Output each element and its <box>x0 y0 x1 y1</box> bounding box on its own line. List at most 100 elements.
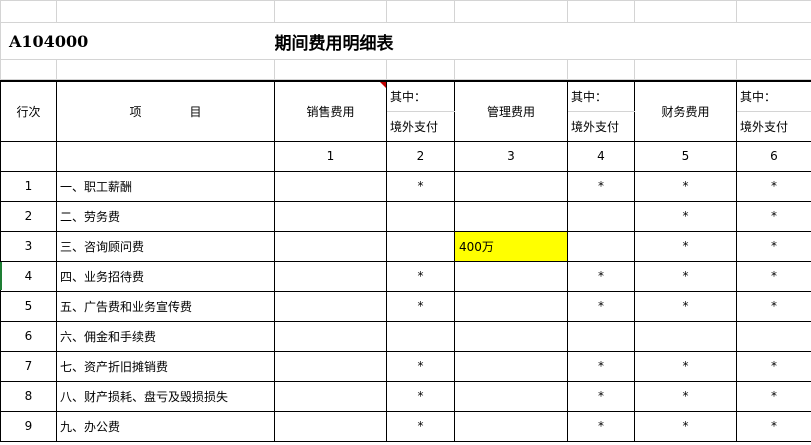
cell-c1[interactable] <box>274 410 387 442</box>
cell-c5[interactable]: * <box>634 350 737 382</box>
cell-c5[interactable]: * <box>634 290 737 322</box>
cell-c3[interactable] <box>454 290 568 322</box>
col-number-4[interactable]: 4 <box>567 140 635 172</box>
cell[interactable] <box>274 59 387 80</box>
cell-c5[interactable]: * <box>634 230 737 262</box>
cell-c2[interactable]: * <box>386 410 455 442</box>
cell-c6[interactable]: * <box>736 290 811 322</box>
row-item[interactable]: 九、办公费 <box>56 410 275 442</box>
row-number[interactable]: 6 <box>0 320 57 352</box>
cell[interactable] <box>0 0 57 23</box>
header-overseas-1[interactable]: 境外支付 <box>386 110 455 142</box>
cell-c4[interactable]: * <box>567 170 635 202</box>
form-code[interactable]: A104000 <box>0 22 275 60</box>
cell-c2[interactable]: * <box>386 260 455 292</box>
cell-c4[interactable]: * <box>567 260 635 292</box>
row-item[interactable]: 七、资产折旧摊销费 <box>56 350 275 382</box>
cell[interactable] <box>567 59 635 80</box>
sheet-title[interactable]: 期间费用明细表 <box>274 22 811 60</box>
col-number-6[interactable]: 6 <box>736 140 811 172</box>
cell-c6[interactable]: * <box>736 350 811 382</box>
col-number-5[interactable]: 5 <box>634 140 737 172</box>
cell-c5[interactable]: * <box>634 170 737 202</box>
cell-c2[interactable]: * <box>386 380 455 412</box>
cell-c4[interactable]: * <box>567 380 635 412</box>
cell[interactable] <box>0 140 57 172</box>
cell[interactable] <box>634 59 737 80</box>
row-item[interactable]: 四、业务招待费 <box>56 260 275 292</box>
cell[interactable] <box>56 140 275 172</box>
cell-c6[interactable]: * <box>736 410 811 442</box>
cell-c3[interactable] <box>454 350 568 382</box>
header-sales[interactable]: 销售费用 <box>274 80 387 142</box>
cell[interactable] <box>634 0 737 23</box>
cell-c2[interactable] <box>386 200 455 232</box>
row-item[interactable]: 三、咨询顾问费 <box>56 230 275 262</box>
row-item[interactable]: 八、财产损耗、盘亏及毁损损失 <box>56 380 275 412</box>
row-item[interactable]: 五、广告费和业务宣传费 <box>56 290 275 322</box>
cell[interactable] <box>567 0 635 23</box>
col-number-3[interactable]: 3 <box>454 140 568 172</box>
cell-c5[interactable]: * <box>634 200 737 232</box>
header-overseas-3[interactable]: 境外支付 <box>736 110 811 142</box>
header-finance[interactable]: 财务费用 <box>634 80 737 142</box>
cell-c4[interactable] <box>567 230 635 262</box>
cell[interactable] <box>274 0 387 23</box>
header-overseas-2[interactable]: 境外支付 <box>567 110 635 142</box>
header-mgmt[interactable]: 管理费用 <box>454 80 568 142</box>
cell[interactable] <box>56 0 275 23</box>
row-number[interactable]: 4 <box>0 260 57 292</box>
header-item[interactable]: 项 目 <box>56 80 275 142</box>
row-number[interactable]: 2 <box>0 200 57 232</box>
cell-c3[interactable] <box>454 260 568 292</box>
cell-c5[interactable]: * <box>634 380 737 412</box>
cell-c3[interactable] <box>454 170 568 202</box>
cell-c1[interactable] <box>274 260 387 292</box>
row-number[interactable]: 3 <box>0 230 57 262</box>
cell[interactable] <box>386 0 455 23</box>
cell[interactable] <box>56 59 275 80</box>
cell-c6[interactable]: * <box>736 200 811 232</box>
cell[interactable] <box>386 59 455 80</box>
header-of-which-1[interactable]: 其中： <box>386 80 455 112</box>
cell-c2[interactable]: * <box>386 170 455 202</box>
cell-c2[interactable] <box>386 230 455 262</box>
row-number[interactable]: 9 <box>0 410 57 442</box>
cell-c3[interactable] <box>454 380 568 412</box>
cell-c1[interactable] <box>274 380 387 412</box>
cell-c6[interactable]: * <box>736 230 811 262</box>
cell-c1[interactable] <box>274 170 387 202</box>
cell[interactable] <box>736 59 811 80</box>
cell-c1[interactable] <box>274 200 387 232</box>
cell-c5[interactable]: * <box>634 260 737 292</box>
cell-c3[interactable] <box>454 200 568 232</box>
cell-c2[interactable]: * <box>386 350 455 382</box>
cell-c6[interactable]: * <box>736 260 811 292</box>
cell[interactable] <box>736 0 811 23</box>
cell-c1[interactable] <box>274 290 387 322</box>
row-number[interactable]: 7 <box>0 350 57 382</box>
header-of-which-2[interactable]: 其中： <box>567 80 635 112</box>
row-item[interactable]: 一、职工薪酬 <box>56 170 275 202</box>
cell-c2[interactable]: * <box>386 290 455 322</box>
row-number[interactable]: 8 <box>0 380 57 412</box>
cell-c4[interactable]: * <box>567 290 635 322</box>
cell[interactable] <box>0 59 57 80</box>
row-number[interactable]: 1 <box>0 170 57 202</box>
cell-c5[interactable] <box>634 320 737 352</box>
col-number-1[interactable]: 1 <box>274 140 387 172</box>
cell-c6[interactable]: * <box>736 380 811 412</box>
cell-c6[interactable]: * <box>736 170 811 202</box>
row-item[interactable]: 六、佣金和手续费 <box>56 320 275 352</box>
cell-c1[interactable] <box>274 350 387 382</box>
cell-c4[interactable]: * <box>567 410 635 442</box>
cell-c1[interactable] <box>274 230 387 262</box>
header-row-no[interactable]: 行次 <box>0 80 57 142</box>
cell-c3[interactable] <box>454 320 568 352</box>
cell[interactable] <box>454 59 568 80</box>
cell-c1[interactable] <box>274 320 387 352</box>
cell-c4[interactable]: * <box>567 350 635 382</box>
cell-c3[interactable]: 400万 <box>454 230 568 262</box>
cell-c5[interactable]: * <box>634 410 737 442</box>
cell-c4[interactable] <box>567 320 635 352</box>
